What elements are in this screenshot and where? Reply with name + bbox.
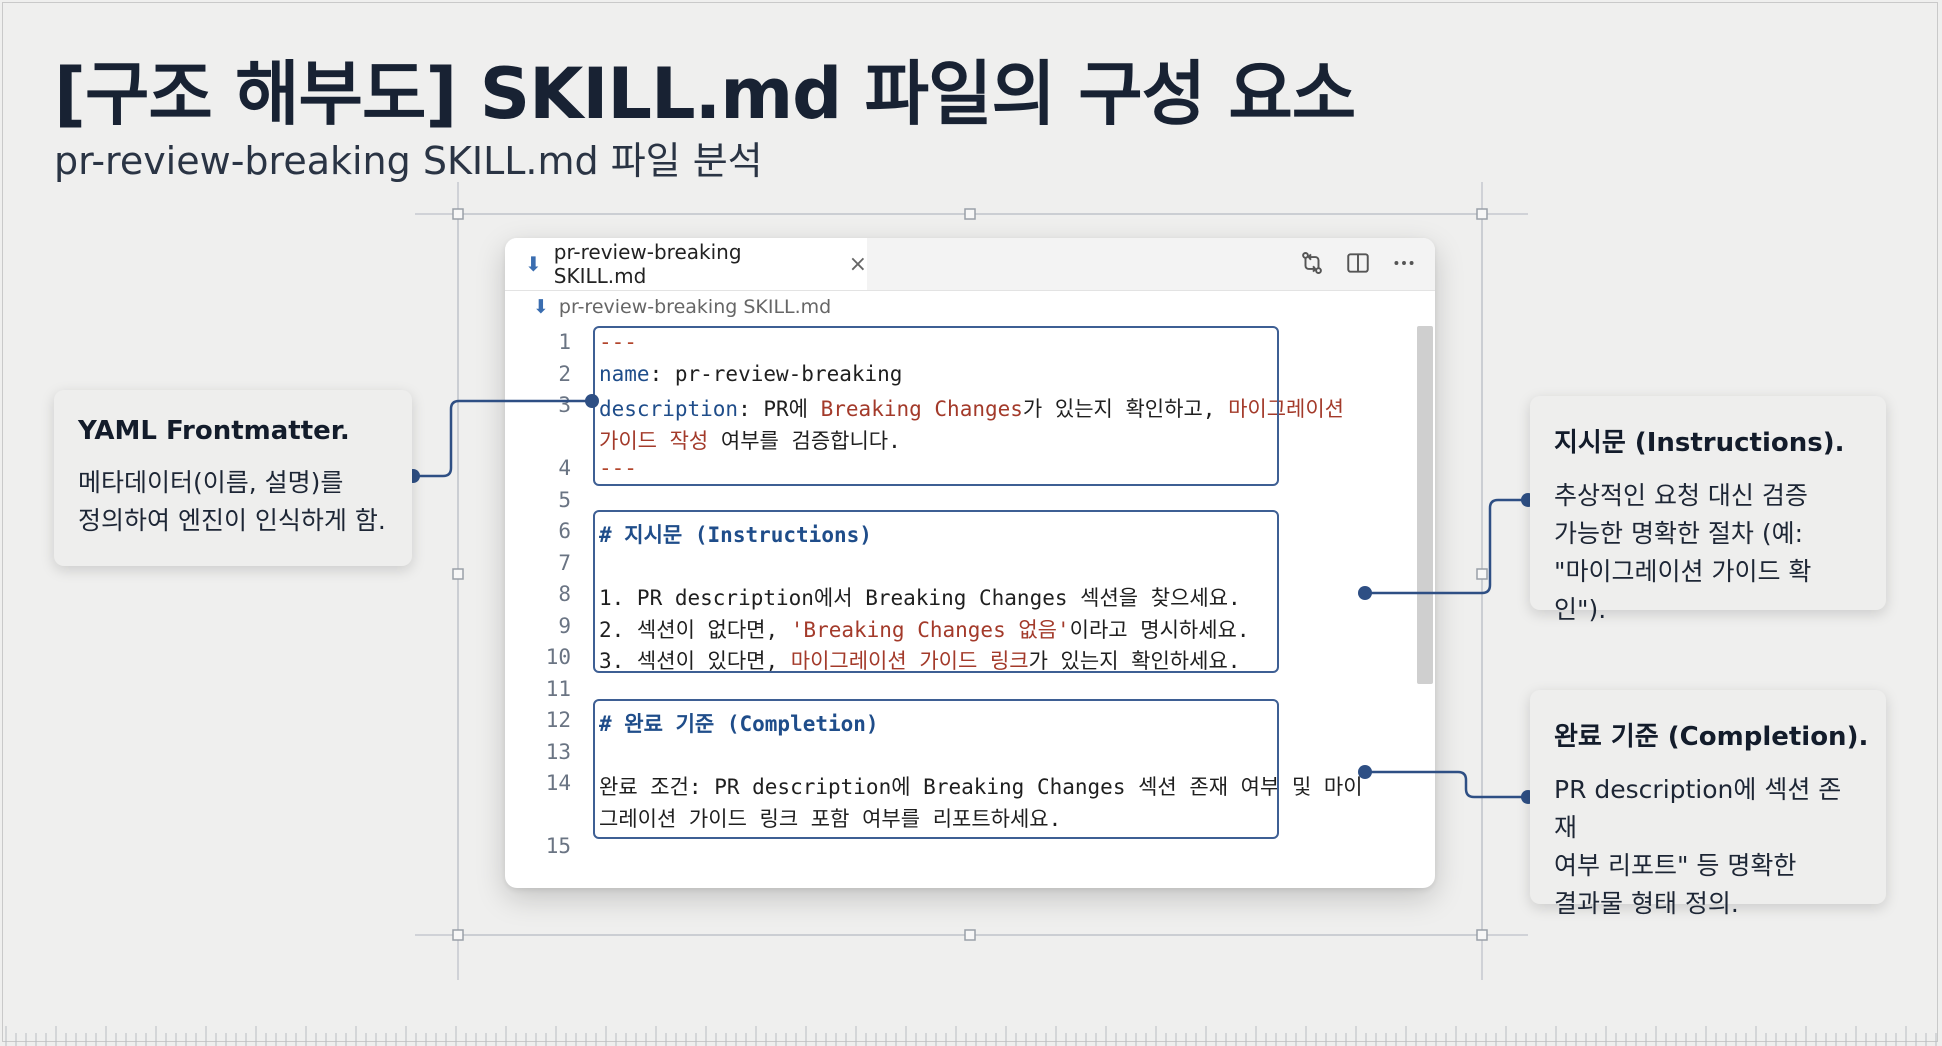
callout-line: "마이그레이션 가이드 확인"). bbox=[1554, 557, 1812, 624]
callout-line: 추상적인 요청 대신 검증 bbox=[1554, 481, 1808, 510]
connector-dot bbox=[1358, 586, 1372, 600]
callout-title: 완료 기준 (Completion). bbox=[1554, 722, 1869, 752]
callout-text: 메타데이터(이름, 설명)를 정의하여 엔진이 인식하게 함. bbox=[78, 464, 388, 540]
connector-dot bbox=[1358, 765, 1372, 779]
callout-yaml-frontmatter: YAML Frontmatter. 메타데이터(이름, 설명)를 정의하여 엔진… bbox=[54, 390, 412, 566]
callout-text: PR description에 섹션 존재 여부 리포트" 등 명확한 결과물 … bbox=[1554, 771, 1862, 923]
callout-text: 추상적인 요청 대신 검증 가능한 명확한 절차 (예: "마이그레이션 가이드… bbox=[1554, 477, 1862, 629]
callout-line: PR description에 섹션 존재 bbox=[1554, 775, 1842, 842]
callout-line: 가능한 명확한 절차 (예: bbox=[1554, 519, 1804, 548]
callout-completion: 완료 기준 (Completion). PR description에 섹션 존… bbox=[1530, 690, 1886, 918]
callout-line: 결과물 형태 정의. bbox=[1554, 889, 1739, 918]
callout-instructions: 지시문 (Instructions). 추상적인 요청 대신 검증 가능한 명확… bbox=[1530, 396, 1886, 624]
callout-line: 메타데이터(이름, 설명)를 bbox=[78, 468, 344, 497]
connector-dot bbox=[585, 394, 599, 408]
callout-line: 여부 리포트" 등 명확한 bbox=[1554, 851, 1797, 880]
callout-title: 지시문 (Instructions). bbox=[1554, 428, 1845, 458]
callout-line: 정의하여 엔진이 인식하게 함. bbox=[78, 506, 386, 535]
callout-title: YAML Frontmatter. bbox=[78, 416, 350, 446]
